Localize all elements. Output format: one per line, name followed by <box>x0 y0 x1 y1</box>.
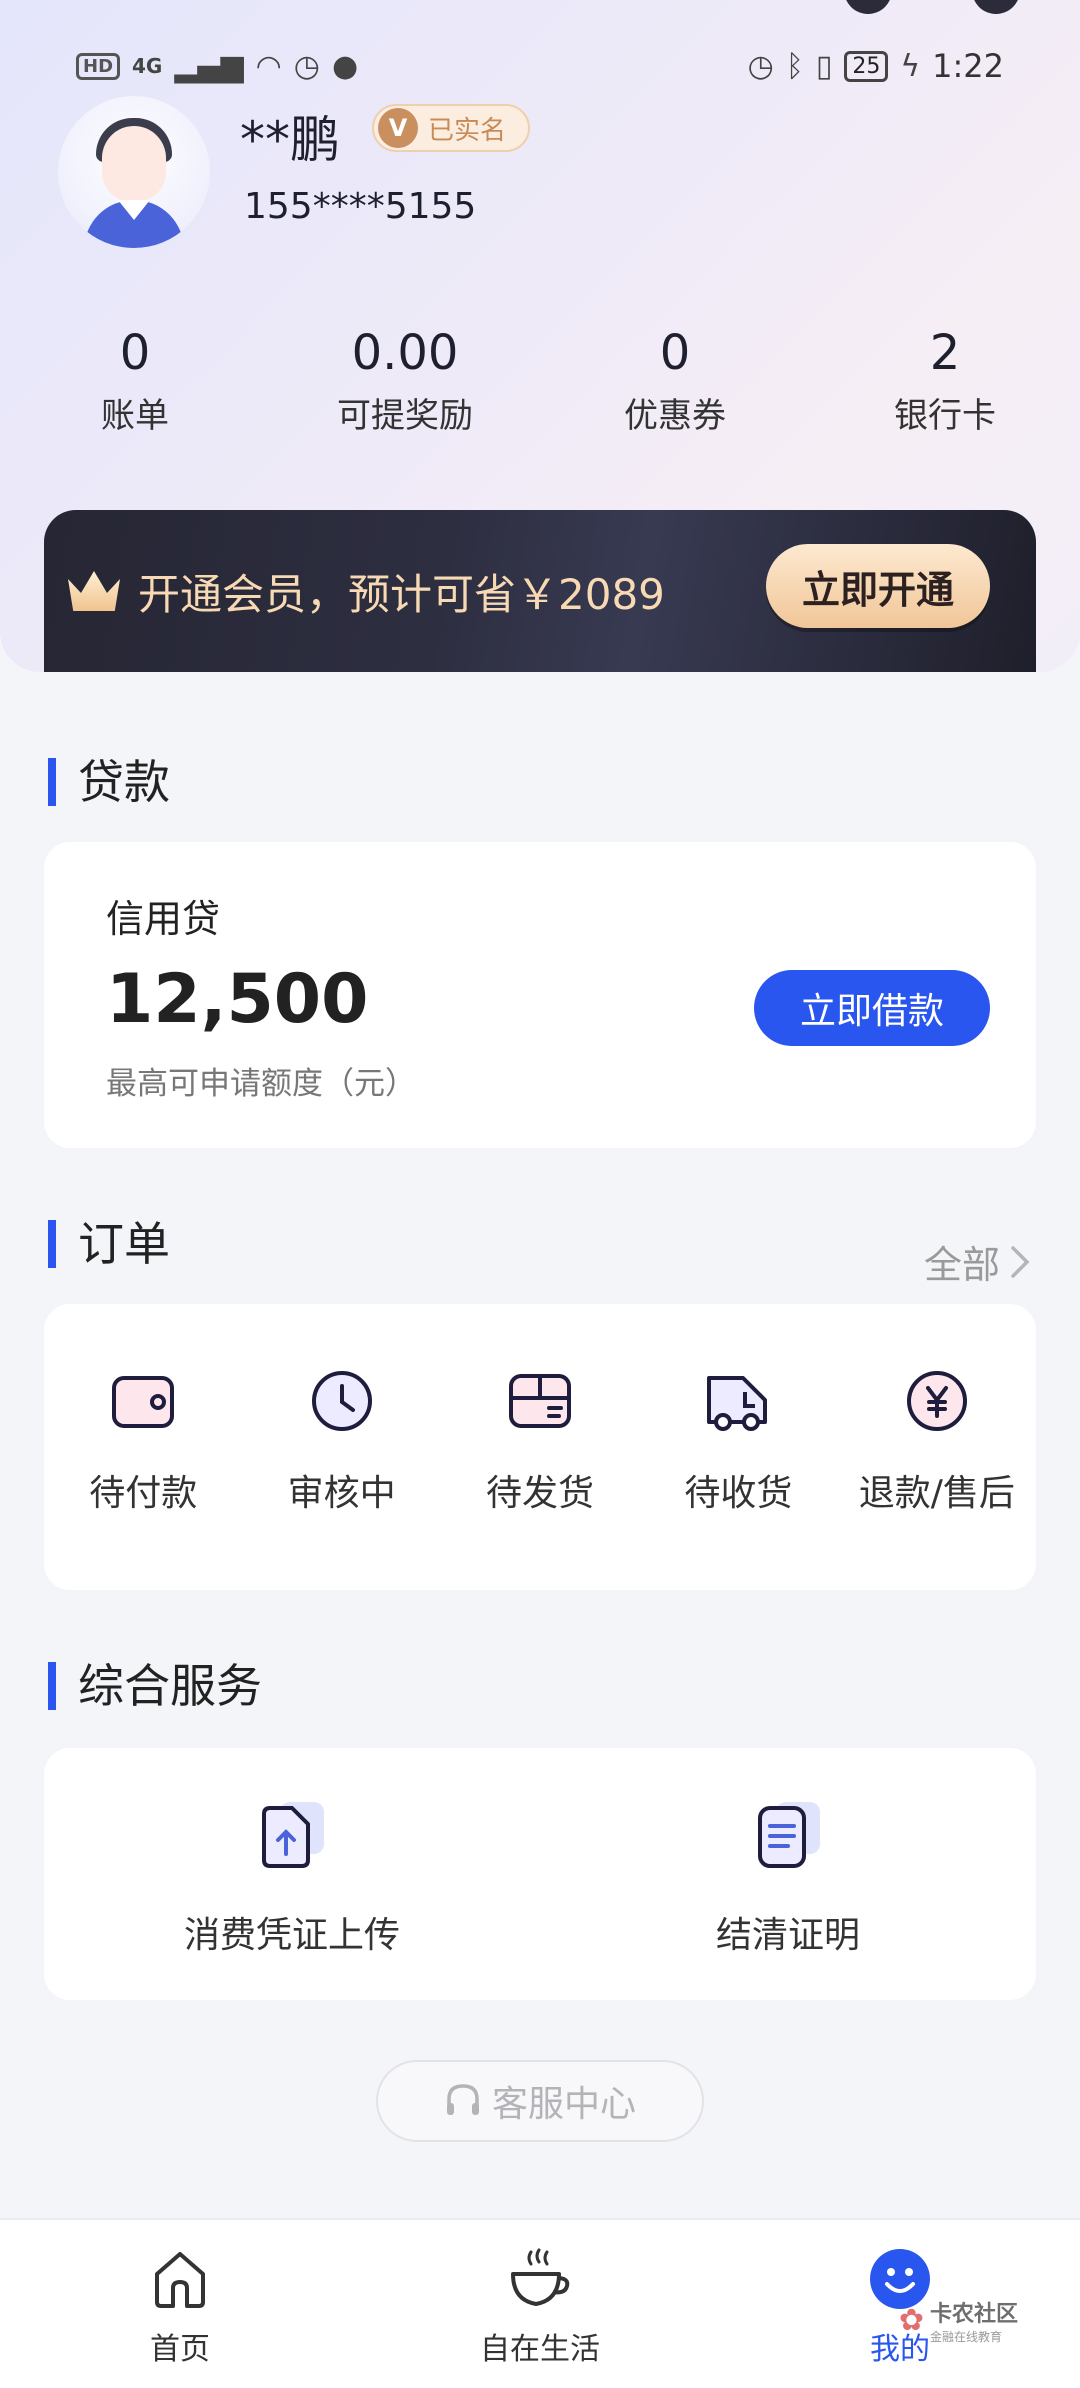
stat-value: 0 <box>659 325 691 381</box>
watermark-logo-icon: ✿ <box>898 2303 924 2338</box>
order-label: 待付款 <box>89 1473 198 1514</box>
watermark-text: 卡农社区 <box>929 2302 1018 2327</box>
open-vip-button[interactable]: 立即开通 <box>766 544 990 628</box>
avatar[interactable] <box>58 96 210 248</box>
v-badge-icon: V <box>378 108 418 148</box>
upload-document-icon <box>262 1802 324 1868</box>
clock-icon <box>311 1371 372 1431</box>
vibrate-icon: ▯ <box>815 48 833 84</box>
package-icon <box>508 1374 571 1428</box>
section-title-loan: 贷款 <box>48 758 170 806</box>
tab-lifestyle[interactable]: 自在生活 <box>360 2220 720 2388</box>
services-card: 消费凭证上传 结清证明 <box>44 1748 1036 2000</box>
order-label: 退款/售后 <box>858 1473 1015 1514</box>
tab-label: 首页 <box>150 2332 210 2367</box>
service-label: 结清证明 <box>715 1915 860 1956</box>
order-label: 待发货 <box>485 1473 594 1514</box>
stat-value: 0 <box>119 325 151 381</box>
order-refund-aftersales[interactable]: 退款/售后 <box>838 1366 1036 1590</box>
orders-card: 待付款 审核中 待发货 待收货 退款/售后 <box>44 1304 1036 1590</box>
order-pending-shipment[interactable]: 待发货 <box>441 1366 639 1590</box>
order-label: 审核中 <box>287 1473 396 1514</box>
wallet-icon <box>112 1376 175 1428</box>
chat-icon: ● <box>331 48 359 84</box>
stat-value: 2 <box>929 325 961 381</box>
status-left: HD 4G ▂▄▆ ◠ ◷ ● <box>76 49 358 84</box>
user-phone: 155****5155 <box>244 186 477 227</box>
yuan-refund-icon <box>906 1371 967 1431</box>
stat-label: 账单 <box>101 396 169 436</box>
hd-icon: HD <box>76 52 121 80</box>
service-label: 消费凭证上传 <box>183 1915 400 1956</box>
loan-amount-caption: 最高可申请额度（元） <box>106 1066 416 1102</box>
order-label: 待收货 <box>684 1473 793 1514</box>
order-pending-payment[interactable]: 待付款 <box>44 1366 242 1590</box>
status-right: ◷ ᛒ ▯ 25 ϟ 1:22 <box>748 47 1004 85</box>
order-pending-receipt[interactable]: 待收货 <box>639 1366 837 1590</box>
stat-label: 可提奖励 <box>337 396 473 436</box>
network-type: 4G <box>132 54 163 78</box>
message-icon[interactable] <box>972 0 1020 14</box>
avatar-face <box>102 126 166 202</box>
service-upload-receipt[interactable]: 消费凭证上传 <box>44 1798 540 2000</box>
stat-rewards[interactable]: 0.00 可提奖励 <box>270 318 540 444</box>
watermark: ✿ 卡农社区 金融在线教育 <box>899 2296 1018 2345</box>
settings-icon[interactable] <box>844 0 892 14</box>
stat-coupons[interactable]: 0 优惠券 <box>540 318 810 444</box>
charging-icon: ϟ <box>900 48 921 84</box>
stat-label: 优惠券 <box>624 396 726 436</box>
section-title-services: 综合服务 <box>48 1662 262 1710</box>
crown-icon <box>68 571 120 611</box>
watermark-subtext: 金融在线教育 <box>929 2330 1002 2344</box>
signal-icon: ▂▄▆ <box>174 48 244 84</box>
truck-icon <box>707 1376 768 1431</box>
battery-icon: 25 <box>844 50 889 82</box>
account-stats: 0 账单 0.00 可提奖励 0 优惠券 2 银行卡 <box>0 318 1080 444</box>
service-settlement-certificate[interactable]: 结清证明 <box>540 1798 1036 2000</box>
top-actions <box>844 0 1020 14</box>
customer-service-label: 客服中心 <box>491 2084 636 2125</box>
chevron-right-icon <box>1011 1245 1030 1278</box>
stat-bank-cards[interactable]: 2 银行卡 <box>810 318 1080 444</box>
orders-view-all[interactable]: 全部 <box>924 1234 1030 1289</box>
order-under-review[interactable]: 审核中 <box>242 1366 440 1590</box>
tab-label: 自在生活 <box>480 2332 600 2367</box>
loan-product-name: 信用贷 <box>106 897 221 941</box>
customer-service-button[interactable]: 客服中心 <box>376 2060 704 2142</box>
section-title-orders: 订单 <box>48 1220 170 1268</box>
stat-label: 银行卡 <box>894 396 996 436</box>
headset-icon <box>446 2084 479 2115</box>
status-time: 1:22 <box>932 47 1004 85</box>
vip-banner[interactable]: 开通会员，预计可省￥2089 立即开通 <box>44 510 1036 672</box>
tab-home[interactable]: 首页 <box>0 2220 360 2388</box>
alarm-icon: ◷ <box>293 48 320 84</box>
loan-amount: 12,500 <box>106 960 369 1039</box>
verified-label: 已实名 <box>428 115 507 146</box>
bluetooth-icon: ᛒ <box>785 48 804 84</box>
coffee-cup-icon <box>511 2248 570 2306</box>
borrow-now-button[interactable]: 立即借款 <box>754 970 990 1046</box>
loan-card[interactable]: 信用贷 12,500 最高可申请额度（元） 立即借款 <box>44 842 1036 1148</box>
stat-value: 0.00 <box>351 325 459 381</box>
home-icon <box>155 2252 205 2308</box>
alarm-clock-icon: ◷ <box>747 48 774 84</box>
status-bar: HD 4G ▂▄▆ ◠ ◷ ● ◷ ᛒ ▯ 25 ϟ 1:22 <box>0 40 1080 92</box>
wifi-icon: ◠ <box>255 48 282 84</box>
orders-all-label: 全部 <box>923 1243 1000 1287</box>
document-icon <box>758 1802 820 1868</box>
stat-bills[interactable]: 0 账单 <box>0 318 270 444</box>
verified-badge[interactable]: V 已实名 <box>372 104 531 152</box>
user-name: **鹏 <box>240 111 340 169</box>
vip-promo-text: 开通会员，预计可省￥2089 <box>138 569 665 619</box>
